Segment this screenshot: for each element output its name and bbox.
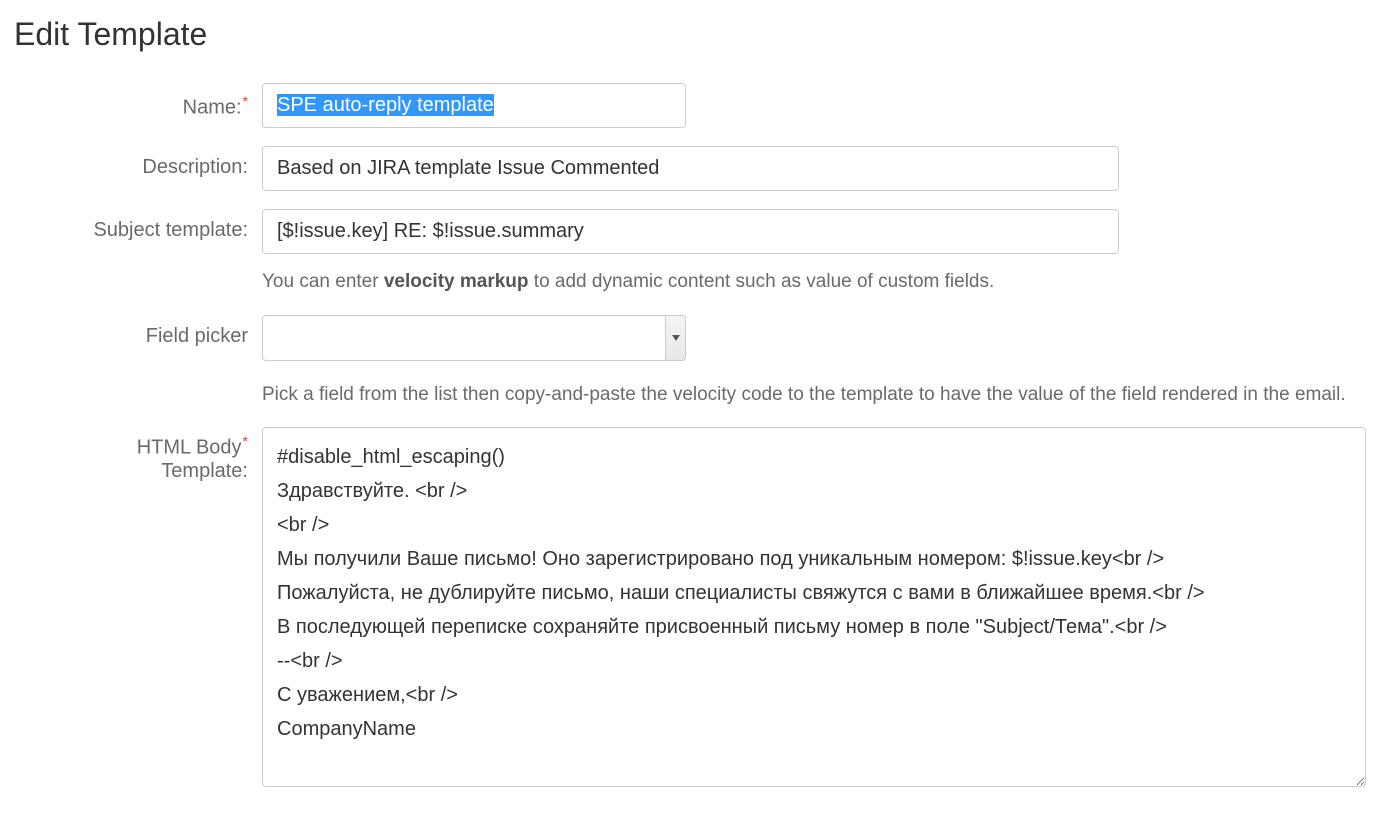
required-asterisk: * — [243, 93, 248, 109]
row-html-body: HTML Body* Template: #disable_html_escap… — [14, 427, 1381, 793]
field-picker-helper-text: Pick a field from the list then copy-and… — [262, 381, 1352, 410]
row-field-picker: Field picker Pick a field from the list … — [14, 315, 1381, 410]
label-description: Description: — [14, 146, 262, 179]
description-input[interactable] — [262, 146, 1119, 191]
subject-template-input[interactable] — [262, 209, 1119, 254]
row-name: Name:* SPE auto-reply template — [14, 83, 1381, 128]
html-body-textarea[interactable]: #disable_html_escaping() Здравствуйте. <… — [262, 427, 1366, 787]
name-input[interactable]: SPE auto-reply template — [262, 83, 686, 128]
label-html-body: HTML Body* Template: — [14, 427, 262, 483]
required-asterisk: * — [243, 433, 248, 449]
name-input-value: SPE auto-reply template — [277, 94, 494, 116]
field-picker-select[interactable] — [262, 315, 686, 361]
label-name: Name:* — [14, 83, 262, 120]
subject-helper-text: You can enter velocity markup to add dyn… — [262, 268, 1352, 297]
page-title: Edit Template — [14, 16, 1381, 53]
row-subject-template: Subject template: You can enter velocity… — [14, 209, 1381, 297]
dropdown-icon[interactable] — [665, 316, 685, 360]
row-description: Description: — [14, 146, 1381, 191]
label-subject-template: Subject template: — [14, 209, 262, 242]
label-field-picker: Field picker — [14, 315, 262, 348]
